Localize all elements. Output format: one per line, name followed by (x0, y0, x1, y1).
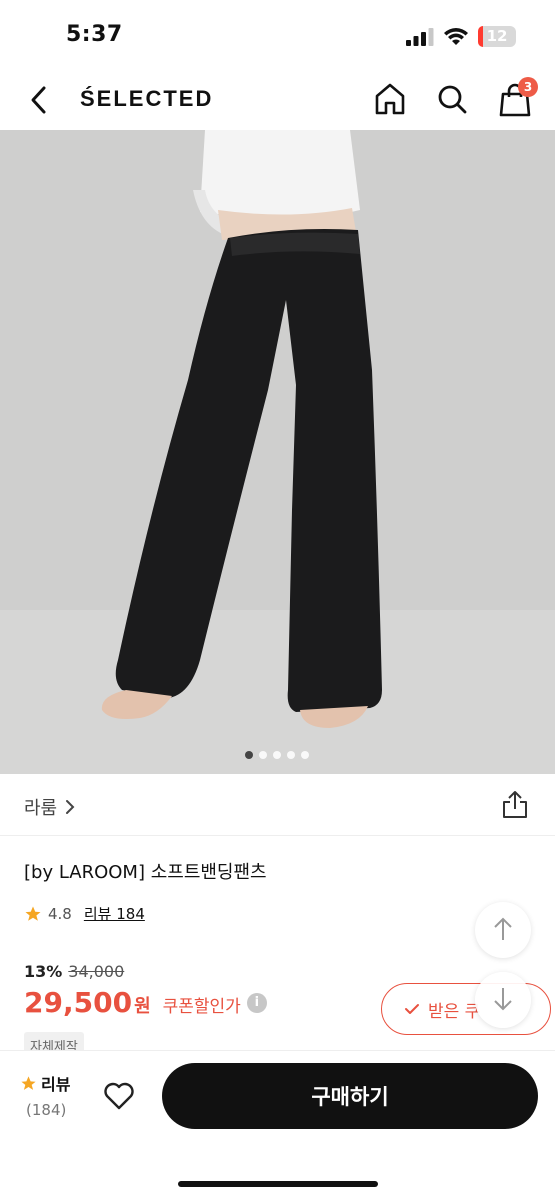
image-pager (245, 751, 309, 759)
sale-price: 29,500 (24, 986, 133, 1019)
coupon-price-label: 쿠폰할인가 (162, 997, 241, 1017)
home-indicator (178, 1181, 378, 1187)
arrow-down-icon (494, 988, 512, 1011)
review-summary[interactable]: 리뷰 (20, 1071, 70, 1095)
price-unit: 원 (134, 996, 151, 1017)
review-label: 리뷰 (41, 1075, 71, 1094)
status-bar: 5:37 12 (0, 0, 555, 70)
discount-row: 13% 34,000 (24, 962, 124, 981)
share-icon[interactable] (500, 790, 530, 820)
back-icon[interactable] (26, 84, 52, 116)
rating-row: 4.8 리뷰 184 (24, 903, 145, 924)
info-icon[interactable]: i (246, 992, 267, 1013)
heart-icon[interactable] (103, 1081, 135, 1111)
battery-text: 12 (486, 27, 508, 45)
search-icon[interactable] (436, 82, 468, 116)
price-row: 29,500 원 쿠폰할인가 i (24, 986, 267, 1019)
original-price: 34,000 (68, 962, 125, 981)
star-icon (25, 906, 41, 921)
buy-button[interactable]: 구매하기 (162, 1063, 538, 1129)
wifi-icon (444, 28, 468, 45)
store-row: 라룸 (0, 774, 555, 836)
product-image[interactable] (0, 130, 555, 774)
check-icon (405, 1004, 419, 1014)
home-icon[interactable] (374, 82, 406, 116)
review-count: (184) (26, 1101, 67, 1119)
bottom-action-bar: 리뷰 (184) 구매하기 (0, 1050, 555, 1200)
pager-dot[interactable] (287, 751, 295, 759)
status-time: 5:37 (66, 22, 123, 47)
star-icon (21, 1075, 36, 1090)
top-nav: ŚELECTED (0, 70, 555, 130)
pager-dot[interactable] (259, 751, 267, 759)
scroll-bottom-button[interactable] (475, 972, 531, 1028)
signal-icon (406, 28, 434, 46)
discount-rate: 13% (24, 962, 63, 981)
product-photo (0, 130, 555, 774)
store-link[interactable]: 라룸 (24, 794, 75, 820)
review-link[interactable]: 리뷰 184 (84, 903, 145, 924)
arrow-up-icon (494, 917, 512, 940)
cart-badge: 3 (518, 77, 538, 97)
chevron-right-icon (66, 800, 75, 814)
rating-value: 4.8 (48, 904, 72, 923)
coupon-button-label: 받은 쿠 (428, 1001, 481, 1022)
pager-dot[interactable] (301, 751, 309, 759)
pager-dot[interactable] (245, 751, 253, 759)
store-name: 라룸 (24, 798, 58, 819)
scroll-top-button[interactable] (475, 902, 531, 958)
pager-dot[interactable] (273, 751, 281, 759)
brand-logo[interactable]: ŚELECTED (80, 86, 213, 112)
battery-icon: 12 (478, 26, 516, 47)
product-name: [by LAROOM] 소프트밴딩팬츠 (24, 862, 267, 883)
